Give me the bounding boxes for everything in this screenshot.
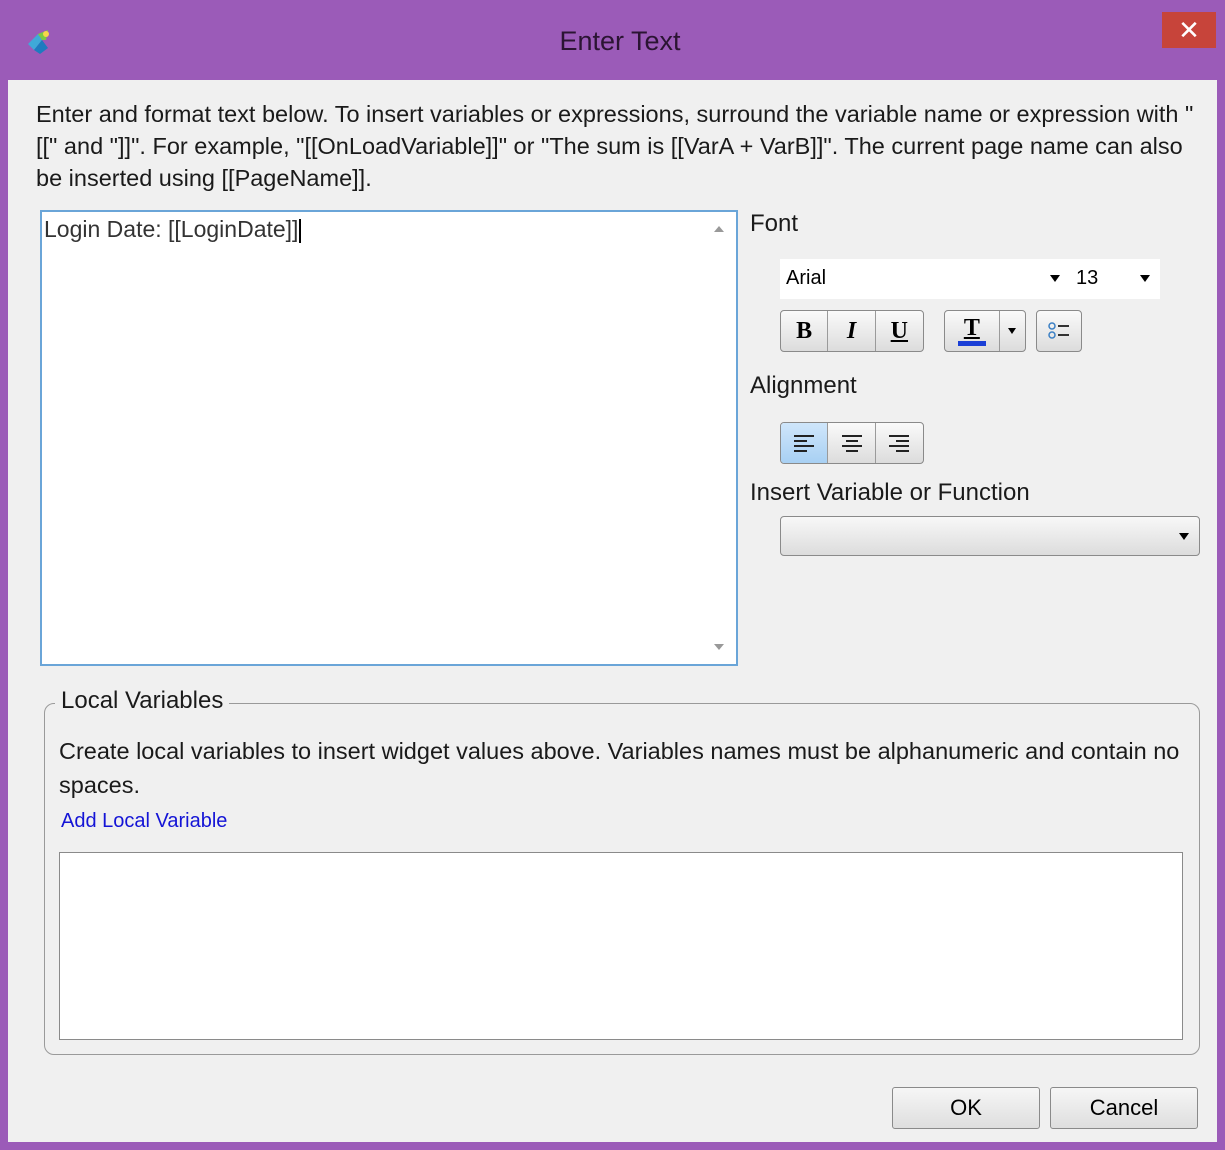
font-size-value: 13 — [1076, 267, 1099, 289]
font-family-select[interactable]: Arial — [780, 259, 1070, 299]
bold-button[interactable]: B — [781, 311, 829, 351]
text-style-buttons: B I U — [780, 310, 924, 352]
ok-button[interactable]: OK — [892, 1087, 1040, 1129]
title-bar[interactable]: Enter Text ✕ — [0, 0, 1225, 80]
font-label: Font — [750, 210, 799, 237]
chevron-down-icon — [1140, 275, 1150, 282]
align-right-icon — [889, 435, 910, 452]
italic-button[interactable]: I — [828, 311, 876, 351]
local-variables-list[interactable] — [59, 852, 1183, 1040]
local-variables-description: Create local variables to insert widget … — [59, 738, 1180, 798]
instructions-text: Enter and format text below. To insert v… — [36, 101, 1194, 191]
underline-button[interactable]: U — [876, 311, 923, 351]
close-button[interactable]: ✕ — [1162, 12, 1216, 48]
add-local-variable-link[interactable]: Add Local Variable — [61, 810, 227, 833]
text-color-letter: T — [963, 314, 980, 341]
dialog-window: Enter Text ✕ Enter and format text below… — [0, 0, 1225, 1150]
window-title: Enter Text — [559, 26, 681, 56]
local-variables-title: Local Variables — [55, 687, 230, 715]
text-caret — [299, 218, 302, 243]
bullet-list-button-group — [1036, 310, 1082, 352]
scroll-up-arrow-icon[interactable] — [714, 226, 724, 232]
text-color-dropdown[interactable] — [1000, 311, 1025, 351]
insert-variable-select[interactable] — [780, 516, 1200, 556]
text-color-button-group: T — [944, 310, 1026, 352]
text-color-button[interactable]: T — [945, 311, 1000, 351]
alignment-buttons — [780, 422, 924, 464]
align-left-icon — [794, 435, 815, 452]
scroll-down-arrow-icon[interactable] — [714, 644, 724, 650]
font-size-select[interactable]: 13 — [1070, 259, 1160, 299]
align-right-button[interactable] — [876, 423, 923, 463]
align-center-button[interactable] — [828, 423, 876, 463]
bullet-list-button[interactable] — [1037, 311, 1081, 351]
chevron-down-icon — [1008, 328, 1017, 334]
font-family-value: Arial — [786, 267, 827, 289]
bullet-list-icon — [1048, 322, 1069, 339]
align-left-button[interactable] — [781, 423, 829, 463]
close-icon: ✕ — [1178, 14, 1200, 45]
chevron-down-icon — [1179, 533, 1189, 540]
text-editor[interactable]: Login Date: [[LoginDate]] — [40, 210, 738, 666]
editor-content: Login Date: [[LoginDate]] — [44, 216, 299, 242]
chevron-down-icon — [1050, 275, 1060, 282]
dialog-body: Enter and format text below. To insert v… — [8, 80, 1217, 1142]
align-center-icon — [841, 435, 862, 452]
text-color-swatch — [957, 340, 986, 346]
cancel-button[interactable]: Cancel — [1050, 1087, 1198, 1129]
local-variables-group: Local Variables Create local variables t… — [44, 687, 1200, 1055]
alignment-label: Alignment — [750, 372, 857, 399]
insert-variable-label: Insert Variable or Function — [750, 479, 1030, 506]
